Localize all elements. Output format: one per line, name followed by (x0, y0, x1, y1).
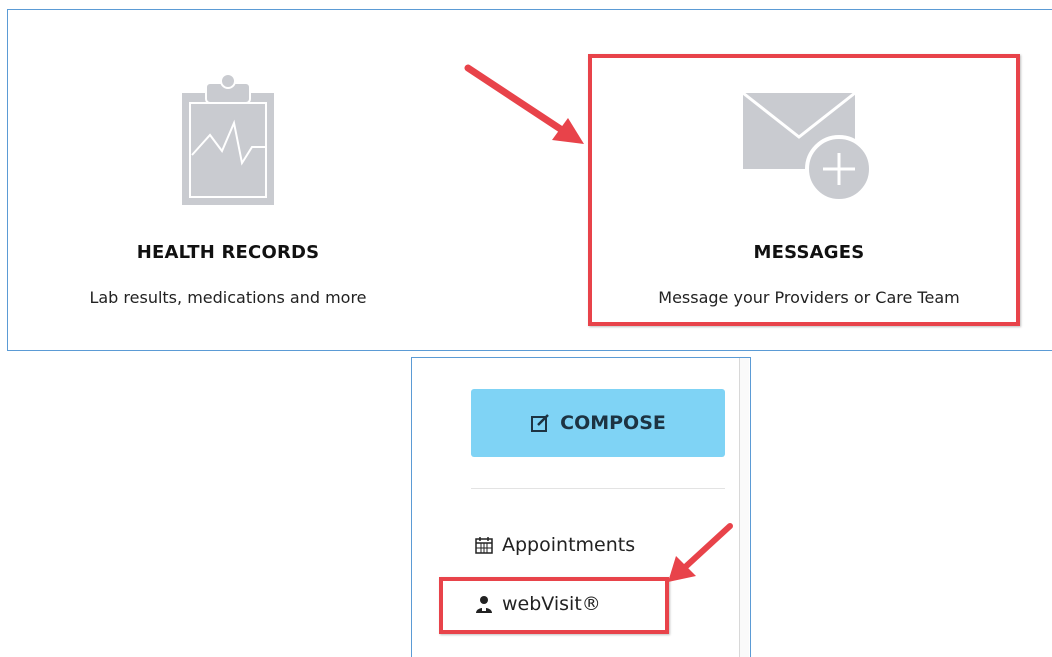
calendar-icon (474, 535, 494, 555)
compose-label: COMPOSE (560, 412, 666, 434)
sidebar-divider (471, 488, 725, 489)
messages-highlight-box (588, 54, 1020, 326)
health-records-title: HEALTH RECORDS (136, 242, 320, 263)
sidebar-item-appointments[interactable]: Appointments (474, 534, 635, 556)
webvisit-highlight-box (439, 577, 669, 634)
clipboard-heartbeat-icon (182, 73, 274, 205)
pointer-arrow-icon (668, 523, 733, 582)
sidebar-scrollbar[interactable] (739, 358, 749, 657)
health-records-subtitle: Lab results, medications and more (89, 288, 367, 307)
sidebar-item-label: Appointments (502, 534, 636, 556)
edit-icon (530, 413, 550, 433)
pointer-arrow-icon (464, 64, 584, 144)
compose-button[interactable]: COMPOSE (471, 389, 725, 457)
